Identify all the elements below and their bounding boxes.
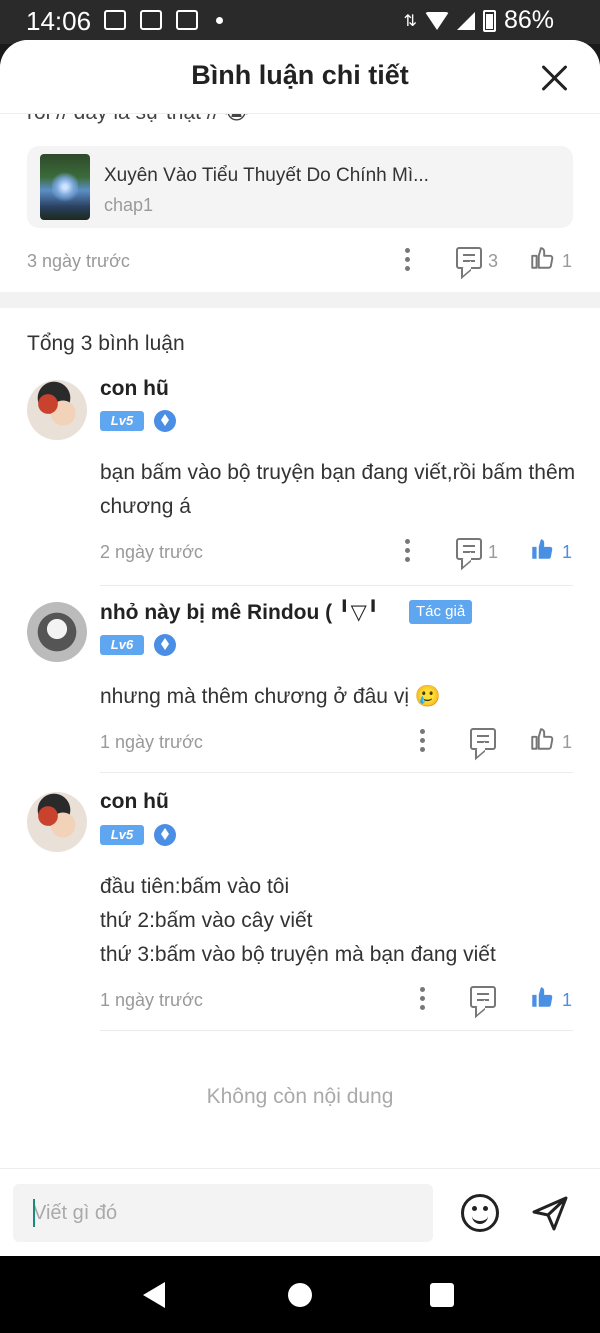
recent-apps-icon[interactable] [430, 1283, 454, 1307]
comment-time: 1 ngày trước [100, 732, 203, 752]
send-icon[interactable] [530, 1193, 570, 1233]
level-badge: Lv5 [100, 411, 144, 431]
text-caret [33, 1199, 35, 1227]
data-arrows-icon: ⇅ [403, 12, 417, 30]
status-notification-icons [104, 10, 223, 30]
comment-input-bar [0, 1168, 600, 1256]
emoji-icon[interactable] [461, 1194, 499, 1232]
signal-icon [456, 11, 475, 30]
comment-username[interactable]: con hũ [100, 790, 169, 814]
comment-divider [100, 772, 573, 773]
vip-diamond-icon [154, 824, 176, 846]
comment-text-line: đầu tiên:bấm vào tôi [100, 875, 290, 898]
section-divider [0, 292, 600, 308]
comment-text: bạn bấm vào bộ truyện bạn đang viết,rồi … [100, 461, 576, 518]
level-badge: Lv5 [100, 825, 144, 845]
more-options-icon[interactable] [405, 539, 411, 563]
comment-meta: 2 ngày trước 1 1 [100, 536, 573, 566]
sheet-header: Bình luận chi tiết [0, 40, 600, 114]
end-of-list-text: Không còn nội dung [206, 1085, 394, 1108]
status-time: 14:06 [26, 6, 92, 36]
vip-diamond-icon [154, 634, 176, 656]
comment-detail-sheet: Bình luận chi tiết rồi // đây là sự thật… [0, 40, 600, 1256]
home-icon[interactable] [288, 1283, 312, 1307]
comment-text-line: thứ 2:bấm vào cây viết [100, 909, 313, 932]
book-title: Xuyên Vào Tiểu Thuyết Do Chính Mì... [104, 165, 429, 186]
reply-icon[interactable] [470, 728, 496, 750]
reply-icon[interactable] [456, 538, 482, 560]
status-system-icons: ⇅ 86% [404, 6, 554, 35]
comment-time: 1 ngày trước [100, 990, 203, 1010]
status-bar: 14:06 ⇅ 86% [0, 0, 600, 44]
more-options-icon[interactable] [420, 987, 426, 1011]
comment-meta: 1 ngày trước 1 [100, 984, 573, 1014]
comment-input[interactable] [13, 1184, 433, 1242]
like-icon-active[interactable] [529, 984, 555, 1010]
photo-off-icon [176, 10, 198, 30]
total-comments-label: Tổng 3 bình luận [27, 332, 185, 355]
battery-percent: 86% [503, 6, 554, 34]
like-icon[interactable] [529, 245, 555, 271]
comment-text-line: thứ 3:bấm vào bộ truyện mà bạn đang viết [100, 943, 496, 966]
comment-time: 2 ngày trước [100, 542, 203, 562]
reply-count: 1 [488, 542, 499, 562]
author-badge: Tác giả [409, 600, 473, 624]
like-icon[interactable] [529, 726, 555, 752]
comment-item: con hũ Lv5 bạn bấm vào bộ truyện bạn đan… [0, 376, 600, 586]
avatar[interactable] [27, 602, 87, 662]
comment-divider [100, 585, 573, 586]
reply-count: 3 [488, 251, 499, 271]
message-icon [104, 10, 126, 30]
dot-icon [216, 16, 223, 24]
comment-username[interactable]: con hũ [100, 377, 169, 401]
level-badge: Lv6 [100, 635, 144, 655]
like-count: 1 [562, 542, 573, 562]
more-options-icon[interactable] [420, 729, 426, 753]
reply-icon[interactable] [456, 247, 482, 269]
reply-icon[interactable] [470, 986, 496, 1008]
back-icon[interactable] [143, 1282, 165, 1308]
book-cover-image [40, 154, 90, 220]
comment-username[interactable]: nhỏ này bị mê Rindou ( ╹▽╹ [100, 600, 379, 625]
comment-item: con hũ Lv5 đầu tiên:bấm vào tôi thứ 2:bấ… [0, 790, 600, 1031]
vip-diamond-icon [154, 410, 176, 432]
like-icon-active[interactable] [529, 536, 555, 562]
like-count: 1 [562, 732, 573, 752]
comment-divider [100, 1030, 573, 1031]
wifi-icon [424, 11, 449, 30]
comment-meta: 1 ngày trước 1 [100, 726, 573, 756]
parent-comment-meta: 3 ngày trước 3 1 [27, 245, 573, 275]
image-icon [140, 10, 162, 30]
comment-time: 3 ngày trước [27, 251, 130, 271]
system-nav-bar [0, 1256, 600, 1333]
battery-icon [482, 9, 496, 32]
comment-item: nhỏ này bị mê Rindou ( ╹▽╹ Tác giả Lv6 n… [0, 600, 600, 790]
avatar[interactable] [27, 792, 87, 852]
avatar[interactable] [27, 380, 87, 440]
book-chapter: chap1 [104, 195, 154, 215]
like-count: 1 [562, 251, 573, 271]
close-icon[interactable] [540, 64, 568, 92]
comment-text: đầu tiên:bấm vào tôi thứ 2:bấm vào cây v… [100, 870, 580, 972]
sheet-title: Bình luận chi tiết [191, 60, 409, 90]
like-count: 1 [562, 990, 573, 1010]
book-card[interactable]: Xuyên Vào Tiểu Thuyết Do Chính Mì... cha… [27, 146, 573, 228]
comment-text: nhưng mà thêm chương ở đâu vị 🥲 [100, 685, 441, 708]
more-options-icon[interactable] [405, 248, 411, 272]
